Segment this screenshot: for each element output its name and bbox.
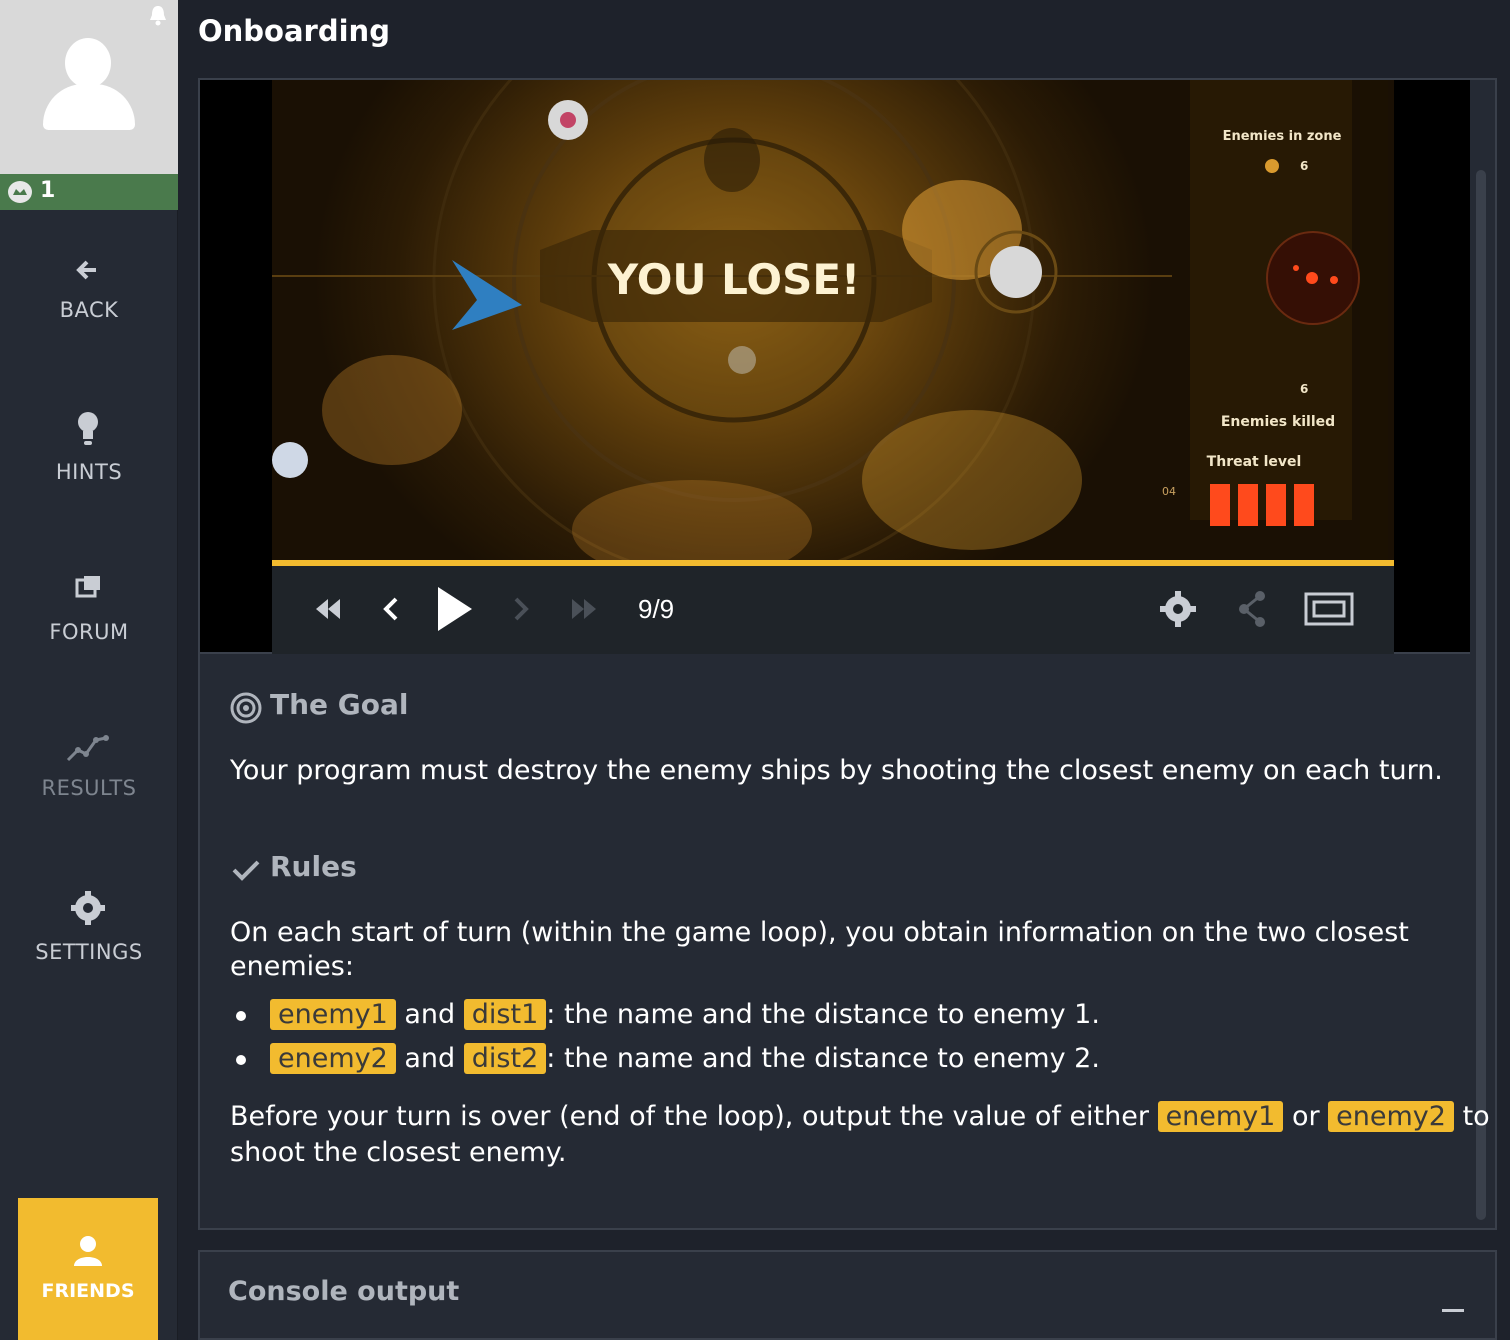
notification-bell-icon[interactable] (148, 4, 168, 26)
page-title: Onboarding (198, 14, 390, 48)
code-enemy2: enemy2 (1328, 1101, 1454, 1132)
lightbulb-icon (78, 412, 98, 445)
hud-enemies-in-zone-value: 6 (1300, 159, 1308, 173)
console-heading: Console output (228, 1276, 460, 1307)
gear-icon (71, 891, 105, 925)
list-item: enemy2 and dist2: the name and the dista… (270, 1042, 1100, 1076)
hud-enemies-killed-label: Enemies killed (1221, 414, 1335, 430)
conjunction-text: and (404, 1043, 456, 1074)
player-ship-icon (452, 260, 522, 330)
sidebar-item-results[interactable]: RESULTS (0, 726, 178, 846)
sidebar-item-label: BACK (59, 298, 119, 322)
rules-outro-line2: shoot the closest enemy. (230, 1137, 567, 1168)
level-number: 1 (40, 178, 56, 203)
play-icon[interactable] (428, 584, 478, 634)
avatar[interactable] (0, 0, 178, 174)
panel-scrollbar[interactable] (1476, 170, 1486, 1220)
game-scene: YOU LOSE! Enemies in zone 6 6 Enemies ki… (272, 80, 1388, 560)
rules-intro: On each start of turn (within the game l… (230, 917, 1409, 982)
outro-text: to (1462, 1101, 1490, 1132)
line-graph-icon (66, 735, 109, 762)
hud-threat-value: 04 (1162, 485, 1176, 498)
level-badge-icon (8, 181, 32, 203)
friends-button[interactable]: FRIENDS (18, 1198, 158, 1340)
level-bar: 1 (0, 174, 178, 210)
bullet (236, 1011, 246, 1021)
step-back-icon[interactable] (372, 584, 408, 634)
code-dist2: dist2 (463, 1043, 547, 1074)
console-output-panel[interactable]: Console output (198, 1250, 1497, 1340)
bullet (236, 1055, 246, 1065)
enemy-ship-icon (272, 442, 308, 478)
code-enemy1: enemy1 (270, 999, 396, 1030)
code-enemy1: enemy1 (1157, 1101, 1284, 1132)
conjunction-text: and (404, 999, 456, 1030)
avatar-body (43, 84, 135, 130)
sidebar-item-label: RESULTS (41, 776, 137, 800)
game-viewer: YOU LOSE! Enemies in zone 6 6 Enemies ki… (200, 80, 1470, 654)
arrow-left-icon (76, 260, 96, 280)
sidebar-item-settings[interactable]: SETTINGS (0, 886, 178, 1006)
list-item: enemy1 and dist1: the name and the dista… (270, 998, 1100, 1032)
sidebar-item-forum[interactable]: FORUM (0, 568, 178, 688)
minimize-icon[interactable] (1442, 1309, 1464, 1312)
rules-outro-line1: Before your turn is over (end of the loo… (230, 1100, 1490, 1134)
friends-label: FRIENDS (41, 1280, 135, 1302)
frame-counter: 9/9 (638, 594, 675, 624)
step-forward-icon[interactable] (504, 584, 540, 634)
rewind-icon[interactable] (308, 584, 348, 634)
game-canvas[interactable]: YOU LOSE! Enemies in zone 6 6 Enemies ki… (272, 80, 1394, 560)
hud-enemies-killed-value: 6 (1300, 382, 1308, 396)
goal-text: Your program must destroy the enemy ship… (230, 755, 1443, 786)
sidebar-item-back[interactable]: BACK (0, 246, 178, 366)
rules-heading-text: Rules (270, 850, 357, 883)
fullscreen-icon[interactable] (1302, 584, 1356, 634)
item-description: : the name and the distance to enemy 1. (546, 999, 1100, 1030)
hud-ship-icon (1265, 159, 1279, 173)
sidebar-item-hints[interactable]: HINTS (0, 406, 178, 526)
enemy-ship-icon (990, 246, 1042, 298)
statement-panel: YOU LOSE! Enemies in zone 6 6 Enemies ki… (198, 78, 1497, 1230)
sidebar: 1 BACK HINTS FORUM RESULTS SETTINGS FRIE… (0, 0, 178, 1340)
forum-chat-icon (75, 576, 100, 598)
fast-forward-icon[interactable] (564, 584, 604, 634)
goal-heading-text: The Goal (270, 688, 409, 721)
conjunction-text: or (1291, 1101, 1320, 1132)
code-enemy2: enemy2 (270, 1043, 396, 1074)
user-icon (74, 1236, 102, 1266)
you-lose-text: YOU LOSE! (607, 255, 860, 304)
gear-icon[interactable] (1156, 584, 1200, 634)
hud-threat-label: Threat level (1207, 454, 1302, 470)
skull-icon (704, 128, 760, 192)
code-dist1: dist1 (463, 999, 547, 1030)
sidebar-item-label: FORUM (49, 620, 129, 644)
sidebar-item-label: HINTS (55, 460, 123, 484)
replay-controls: 9/9 (272, 566, 1394, 654)
share-icon[interactable] (1232, 584, 1272, 634)
hud-enemies-in-zone-label: Enemies in zone (1223, 129, 1342, 144)
item-description: : the name and the distance to enemy 2. (546, 1043, 1100, 1074)
target-icon (230, 692, 262, 724)
checkmark-icon (232, 860, 260, 881)
avatar-head (65, 38, 111, 88)
sidebar-item-label: SETTINGS (35, 940, 143, 964)
outro-text: Before your turn is over (end of the loo… (230, 1101, 1149, 1132)
